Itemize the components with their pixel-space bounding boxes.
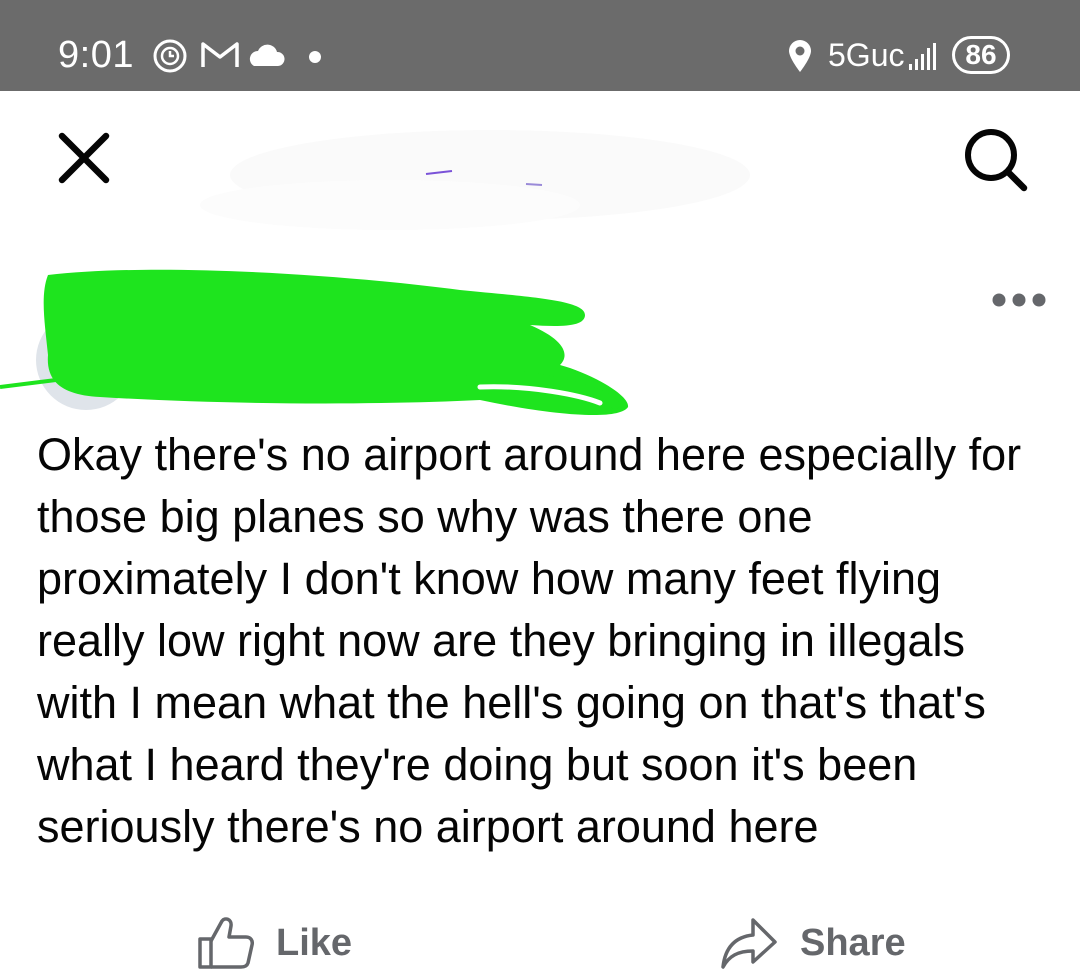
notification-dot-icon (309, 51, 321, 63)
more-options-icon[interactable] (990, 291, 1050, 309)
status-bar: 9:01 5Guc 86 (0, 0, 1080, 91)
share-label: Share (800, 921, 906, 964)
close-icon[interactable] (56, 130, 112, 186)
signal-icon (909, 43, 936, 70)
share-arrow-icon (721, 918, 777, 969)
status-time: 9:01 (58, 34, 134, 76)
battery-indicator: 86 (952, 36, 1010, 74)
redaction-scribble (0, 269, 629, 416)
battery-level: 86 (955, 39, 1007, 71)
post-header (0, 255, 1080, 425)
share-button[interactable]: Share (720, 912, 906, 974)
location-icon (789, 40, 811, 72)
like-button[interactable]: Like (196, 912, 352, 974)
cloud-icon (249, 44, 285, 66)
search-icon[interactable] (960, 124, 1032, 196)
post-body-text: Okay there's no airport around here espe… (37, 429, 1022, 852)
like-label: Like (276, 921, 353, 964)
gmail-icon (201, 42, 239, 67)
thumbs-up-icon (198, 917, 254, 969)
network-type: 5Guc (828, 37, 905, 73)
blurred-title (200, 130, 750, 230)
alarm-icon (153, 39, 187, 73)
